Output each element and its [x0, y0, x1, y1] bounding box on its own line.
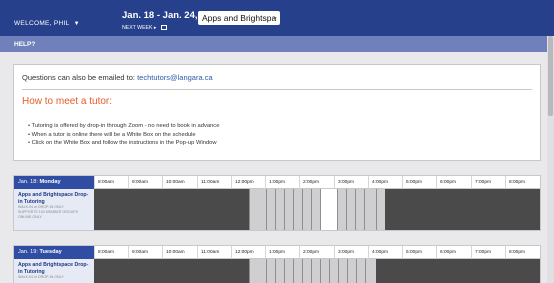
time-slot-header: 10:00am — [162, 176, 196, 189]
tutor-slot[interactable] — [249, 189, 266, 230]
scrollbar-thumb[interactable] — [548, 36, 553, 116]
availability-track — [94, 189, 540, 230]
time-slot-header: 11:00am — [197, 246, 231, 259]
instruction-item: Click on the White Box and follow the in… — [28, 139, 219, 148]
tutor-slot[interactable] — [311, 259, 320, 283]
time-slot-header: 5:00pm — [402, 246, 436, 259]
availability-track — [94, 259, 540, 283]
row-label: Apps and Brightspace Drop-in Tutoring WA… — [14, 259, 94, 283]
calendar-icon[interactable] — [160, 25, 167, 30]
time-slot-header: 12:00pm — [231, 246, 265, 259]
time-slot-header: 10:00am — [162, 246, 196, 259]
time-slot-header: 6:00pm — [436, 246, 470, 259]
tutor-slot[interactable] — [346, 189, 355, 230]
time-slot-header: 1:00pm — [265, 246, 299, 259]
tutor-slot[interactable] — [364, 189, 376, 230]
chevron-down-icon: ⌄ — [272, 14, 278, 21]
tutor-slot[interactable] — [266, 259, 275, 283]
day-label: Jan. 19: Tuesday — [14, 246, 94, 259]
day-weekday: Monday — [39, 179, 61, 185]
tutor-slot[interactable] — [302, 259, 311, 283]
time-slot-header: 3:00pm — [334, 176, 368, 189]
time-slot-header: 9:00am — [128, 176, 162, 189]
tutor-slot[interactable] — [365, 259, 376, 283]
tutor-slot[interactable] — [284, 259, 293, 283]
schedule-header: Jan. 18: Monday 8:00am 9:00am 10:00am 11… — [14, 176, 540, 189]
tutor-slot[interactable] — [338, 259, 347, 283]
divider — [22, 89, 532, 90]
time-slot-header: 7:00pm — [471, 176, 505, 189]
day-schedule-tuesday: Jan. 19: Tuesday 8:00am 9:00am 10:00am 1… — [13, 245, 541, 283]
instruction-item: When a tutor is online there will be a W… — [28, 131, 219, 140]
time-slot-header: 3:00pm — [334, 246, 368, 259]
tutor-slot[interactable] — [356, 259, 365, 283]
email-link[interactable]: techtutors@langara.ca — [137, 73, 213, 82]
instructions-list: Tutoring is offered by drop-in through Z… — [28, 122, 220, 148]
tutor-slot[interactable] — [293, 259, 302, 283]
time-slot-header: 4:00pm — [368, 246, 402, 259]
welcome-label: WELCOME, PHIL — [14, 20, 70, 27]
next-week-label: NEXT WEEK ▸ — [122, 25, 157, 31]
tutor-slot[interactable] — [355, 189, 364, 230]
time-slot-header: 8:00pm — [505, 176, 539, 189]
tutor-slot[interactable] — [302, 189, 311, 230]
row-label: Apps and Brightspace Drop-in Tutoring WA… — [14, 189, 94, 230]
tutor-slot[interactable] — [347, 259, 356, 283]
top-bar: WELCOME, PHIL ▼ Jan. 18 - Jan. 24, 2021 N… — [0, 0, 554, 36]
row-note: WALK-IN or DROP-IN ONLY — [18, 275, 64, 279]
time-slot-header: 12:00pm — [231, 176, 265, 189]
day-label: Jan. 18: Monday — [14, 176, 94, 189]
tutor-slot[interactable] — [266, 189, 275, 230]
time-slot-header: 2:00pm — [299, 246, 333, 259]
next-week-link[interactable]: NEXT WEEK ▸ — [122, 25, 167, 31]
day-date: Jan. 18: — [18, 179, 38, 185]
help-label: HELP? — [14, 41, 36, 48]
tutor-slot[interactable] — [320, 259, 329, 283]
row-title: Apps and Brightspace Drop-in Tutoring — [18, 262, 89, 275]
day-schedule-monday: Jan. 18: Monday 8:00am 9:00am 10:00am 11… — [13, 175, 541, 231]
time-slot-header: 8:00am — [94, 246, 128, 259]
help-bar[interactable]: HELP? — [0, 36, 554, 52]
time-slot-header: 9:00am — [128, 246, 162, 259]
time-slot-header: 6:00pm — [436, 176, 470, 189]
tutor-slot[interactable] — [275, 259, 284, 283]
time-slot-header: 8:00am — [94, 176, 128, 189]
tutor-slot[interactable] — [376, 189, 385, 230]
tutor-slot[interactable] — [284, 189, 293, 230]
tutor-slot[interactable] — [329, 259, 338, 283]
tutor-slot[interactable] — [249, 259, 266, 283]
day-date: Jan. 19: — [18, 249, 38, 255]
instruction-item: Tutoring is offered by drop-in through Z… — [28, 122, 220, 131]
day-weekday: Tuesday — [39, 249, 62, 255]
tutor-available-slot[interactable] — [320, 189, 337, 230]
course-select-value: Apps and Brightspa — [202, 13, 277, 23]
time-slot-header: 2:00pm — [299, 176, 333, 189]
time-slot-header: 1:00pm — [265, 176, 299, 189]
time-slot-header: 5:00pm — [402, 176, 436, 189]
welcome-menu[interactable]: WELCOME, PHIL ▼ — [14, 20, 80, 27]
time-slot-header: 8:00pm — [505, 246, 539, 259]
time-slot-header: 11:00am — [197, 176, 231, 189]
tutor-slot[interactable] — [311, 189, 320, 230]
schedule-header: Jan. 19: Tuesday 8:00am 9:00am 10:00am 1… — [14, 246, 540, 259]
tutor-slot[interactable] — [275, 189, 284, 230]
email-prefix: Questions can also be emailed to: — [22, 73, 135, 82]
time-slot-header: 4:00pm — [368, 176, 402, 189]
row-title: Apps and Brightspace Drop-in Tutoring — [18, 192, 89, 205]
time-slot-header: 7:00pm — [471, 246, 505, 259]
tutor-slot[interactable] — [293, 189, 302, 230]
course-select[interactable]: Apps and Brightspa ⌄ — [198, 11, 280, 25]
caret-down-icon: ▼ — [73, 21, 80, 27]
tutor-slot[interactable] — [337, 189, 346, 230]
row-note: ONLINE ONLY — [18, 215, 42, 219]
page-scrollbar[interactable] — [547, 36, 554, 283]
email-line: Questions can also be emailed to: techtu… — [22, 73, 213, 82]
info-panel: Questions can also be emailed to: techtu… — [13, 64, 541, 161]
how-to-title: How to meet a tutor: — [22, 96, 113, 107]
